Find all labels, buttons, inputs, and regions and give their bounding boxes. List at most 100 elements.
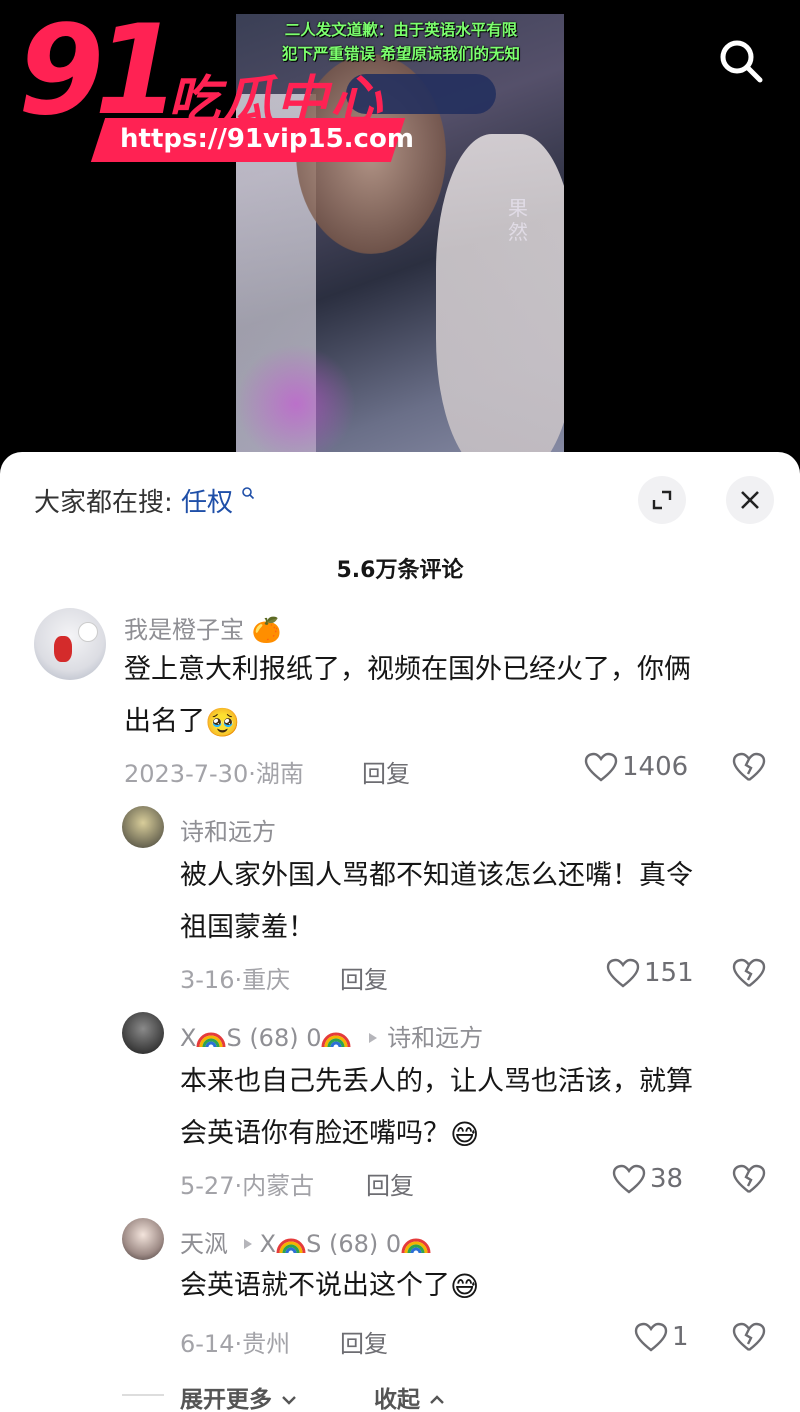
comment-text-line: 会英语就不说出这个了😅 — [180, 1260, 479, 1313]
search-button[interactable] — [716, 36, 766, 86]
comment-location: 湖南 — [255, 760, 304, 788]
dislike-button[interactable] — [732, 1164, 766, 1198]
broken-heart-icon — [732, 958, 766, 987]
comment-username[interactable]: X S (68) 0 诗和远方 — [180, 1018, 483, 1053]
comment-meta: 2023-7-30·湖南 — [124, 760, 304, 788]
comment-text-part: 会英语你有脸还嘴吗？ — [180, 1118, 450, 1149]
divider — [122, 1394, 164, 1396]
comment-location: 内蒙古 — [242, 1172, 315, 1200]
comment-date: 6-14 — [180, 1330, 235, 1358]
heart-icon — [612, 1164, 646, 1194]
like-button[interactable]: 151 — [606, 958, 694, 988]
reply-arrow-icon — [243, 1239, 252, 1249]
username-text: 天沨 — [180, 1230, 228, 1258]
like-button[interactable]: 38 — [612, 1164, 683, 1194]
rainbow-emoji — [276, 1238, 306, 1253]
dislike-button[interactable] — [732, 1322, 766, 1356]
comment-meta: 6-14·贵州 — [180, 1330, 291, 1358]
reply-button[interactable]: 回复 — [362, 754, 410, 789]
avatar-figure — [78, 622, 98, 642]
avatar-figure — [54, 636, 72, 662]
comment-meta: 5-27·内蒙古 — [180, 1172, 315, 1200]
comment-text-line: 出名了🥹 — [124, 696, 691, 749]
trending-search-label: 大家都在搜: — [34, 488, 173, 518]
close-button[interactable] — [726, 476, 774, 524]
expand-button[interactable] — [638, 476, 686, 524]
comment-text-line: 被人家外国人骂都不知道该怎么还嘴！真令 — [180, 860, 693, 891]
comment-text: 登上意大利报纸了，视频在国外已经火了，你俩 出名了🥹 — [124, 644, 691, 749]
logo-name: 吃瓜中心 — [168, 71, 385, 131]
avatar[interactable] — [122, 806, 164, 848]
video-content — [436, 134, 564, 470]
reply-button[interactable]: 回复 — [366, 1166, 414, 1201]
username-text: 我是橙子宝 — [124, 616, 244, 644]
like-count: 1406 — [622, 752, 689, 782]
logo-url: https://91vip15.com — [120, 124, 414, 154]
broken-heart-icon — [732, 1322, 766, 1351]
like-button[interactable]: 1406 — [584, 752, 688, 782]
heart-icon — [606, 958, 640, 988]
expand-more-label: 展开更多 — [180, 1387, 272, 1412]
rainbow-emoji — [196, 1032, 226, 1047]
comment-text-line: 祖国蒙羞！ — [180, 912, 315, 943]
video-player[interactable]: 二人发文道歉：由于英语水平有限 犯下严重错误 希望原谅我们的无知 果然 91 吃… — [0, 0, 800, 470]
broken-heart-icon — [732, 1164, 766, 1193]
heart-icon — [584, 752, 618, 782]
comment-location: 重庆 — [242, 966, 291, 994]
chevron-down-icon — [282, 1396, 296, 1405]
rainbow-emoji — [321, 1032, 351, 1047]
crying-emoji: 🥹 — [205, 705, 240, 739]
trending-search[interactable]: 大家都在搜: 任权 — [34, 482, 255, 519]
comment-meta: 3-16·重庆 — [180, 966, 291, 994]
expand-icon — [652, 490, 672, 510]
username-part: X — [180, 1024, 197, 1052]
sweat-smile-emoji: 😅 — [450, 1117, 480, 1151]
comment-username[interactable]: 我是橙子宝 🍊 — [124, 610, 282, 645]
comment-text: 会英语就不说出这个了😅 — [180, 1260, 479, 1313]
like-button[interactable]: 1 — [634, 1322, 689, 1352]
dislike-button[interactable] — [732, 752, 766, 786]
username-part: S (68) 0 — [226, 1024, 322, 1052]
video-watermark: 果然 — [508, 196, 528, 244]
comment-text-line: 会英语你有脸还嘴吗？😅 — [180, 1108, 693, 1161]
comment-sheet: 大家都在搜: 任权 5.6万条评论 我是橙子宝 🍊 登上意大利报纸了，视频在国外… — [0, 452, 800, 1412]
comment-text: 被人家外国人骂都不知道该怎么还嘴！真令 祖国蒙羞！ — [180, 850, 693, 954]
sweat-smile-emoji: 😅 — [450, 1269, 480, 1303]
reply-to-username: 诗和远方 — [387, 1024, 484, 1052]
comment-date: 3-16 — [180, 966, 235, 994]
comment-username[interactable]: 天沨 X S (68) 0 — [180, 1224, 431, 1259]
comment-text-line: 登上意大利报纸了，视频在国外已经火了，你俩 — [124, 654, 691, 685]
comment-text-line: 本来也自己先丢人的，让人骂也活该，就算 — [180, 1066, 693, 1097]
reply-button[interactable]: 回复 — [340, 1324, 388, 1359]
collapse-button[interactable]: 收起 — [374, 1380, 446, 1412]
trending-search-keyword[interactable]: 任权 — [181, 488, 233, 518]
like-count: 38 — [650, 1164, 684, 1194]
site-logo: 91 吃瓜中心 https://91vip15.com — [18, 0, 418, 164]
like-count: 1 — [672, 1322, 689, 1352]
comment-date: 2023-7-30 — [124, 760, 249, 788]
avatar[interactable] — [34, 608, 106, 680]
comment-location: 贵州 — [242, 1330, 291, 1358]
avatar[interactable] — [122, 1012, 164, 1054]
comment-text-part: 会英语就不说出这个了 — [180, 1270, 450, 1301]
video-content — [236, 344, 356, 464]
comment-text-part: 出名了 — [124, 706, 205, 737]
comment-date: 5-27 — [180, 1172, 235, 1200]
expand-more-button[interactable]: 展开更多 — [180, 1380, 298, 1412]
search-icon — [720, 40, 763, 83]
close-icon — [741, 491, 759, 509]
reply-arrow-icon — [369, 1033, 378, 1043]
dislike-button[interactable] — [732, 958, 766, 992]
reply-button[interactable]: 回复 — [340, 960, 388, 995]
reply-to-username: X — [259, 1230, 277, 1258]
heart-icon — [634, 1322, 668, 1352]
collapse-label: 收起 — [374, 1387, 420, 1412]
comment-text: 本来也自己先丢人的，让人骂也活该，就算 会英语你有脸还嘴吗？😅 — [180, 1056, 693, 1161]
like-count: 151 — [644, 958, 694, 988]
avatar[interactable] — [122, 1218, 164, 1260]
chevron-up-icon — [430, 1395, 444, 1404]
rainbow-emoji — [401, 1238, 431, 1253]
comment-count: 5.6万条评论 — [336, 558, 464, 583]
orange-emoji: 🍊 — [251, 616, 282, 644]
comment-username[interactable]: 诗和远方 — [180, 812, 276, 847]
